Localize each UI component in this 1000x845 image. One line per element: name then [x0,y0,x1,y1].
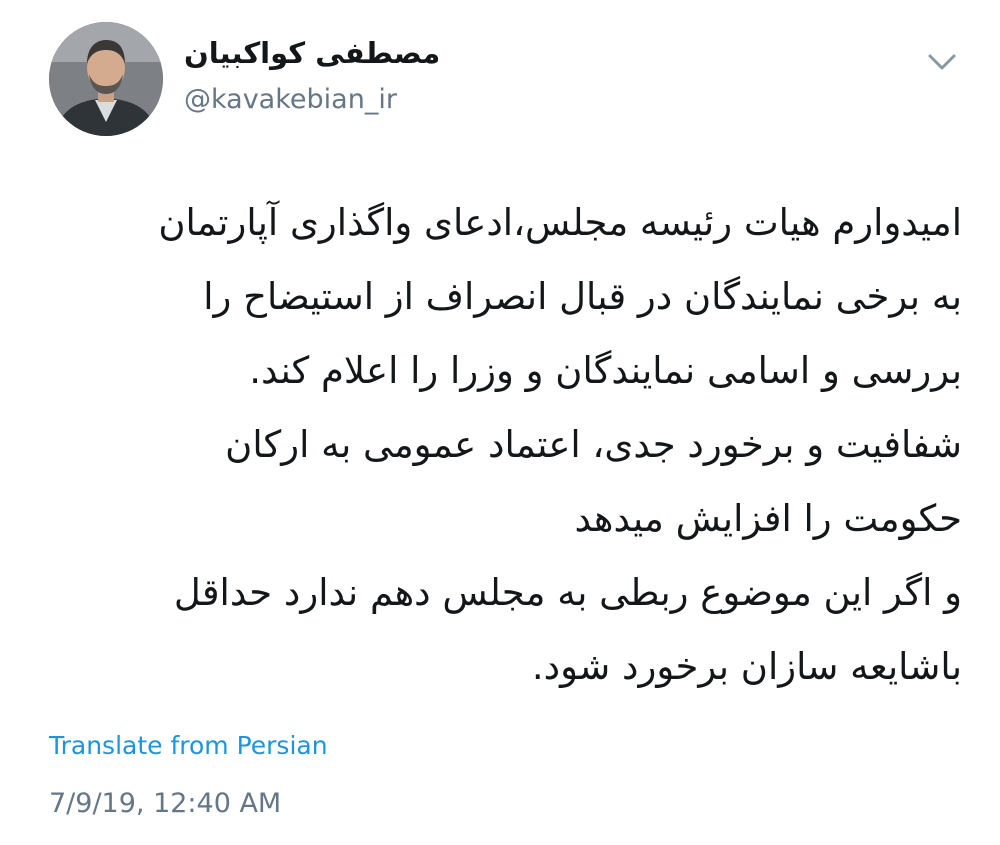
tweet-text-line: بررسی و اسامی نمایندگان و وزرا را اعلام … [249,349,962,392]
tweet-timestamp[interactable]: 7/9/19, 12:40 AM [49,788,281,819]
tweet-text-line: و اگر این موضوع ربطی به مجلس دهم ندارد ح… [173,571,962,614]
tweet-text-line: امیدوارم هیات رئیسه مجلس،ادعای واگذاری آ… [158,201,962,244]
tweet-text-line: باشایعه سازان برخورد شود. [531,645,962,688]
tweet-text: امیدوارم هیات رئیسه مجلس،ادعای واگذاری آ… [40,186,962,704]
tweet-text-line: به برخی نمایندگان در قبال انصراف از استی… [203,275,962,318]
tweet-text-line: شفافیت و برخورد جدی، اعتماد عمومی به ارک… [225,423,962,466]
chevron-down-icon[interactable] [922,48,962,76]
tweet-text-line: حکومت را افزایش میدهد [574,497,962,540]
tweet-card: مصطفی کواکبیان @kavakebian_ir امیدوارم ه… [0,0,1000,845]
user-handle[interactable]: @kavakebian_ir [184,84,397,115]
avatar-icon [49,22,163,136]
translate-link[interactable]: Translate from Persian [49,731,328,760]
avatar[interactable] [49,22,163,136]
display-name[interactable]: مصطفی کواکبیان [184,36,440,70]
